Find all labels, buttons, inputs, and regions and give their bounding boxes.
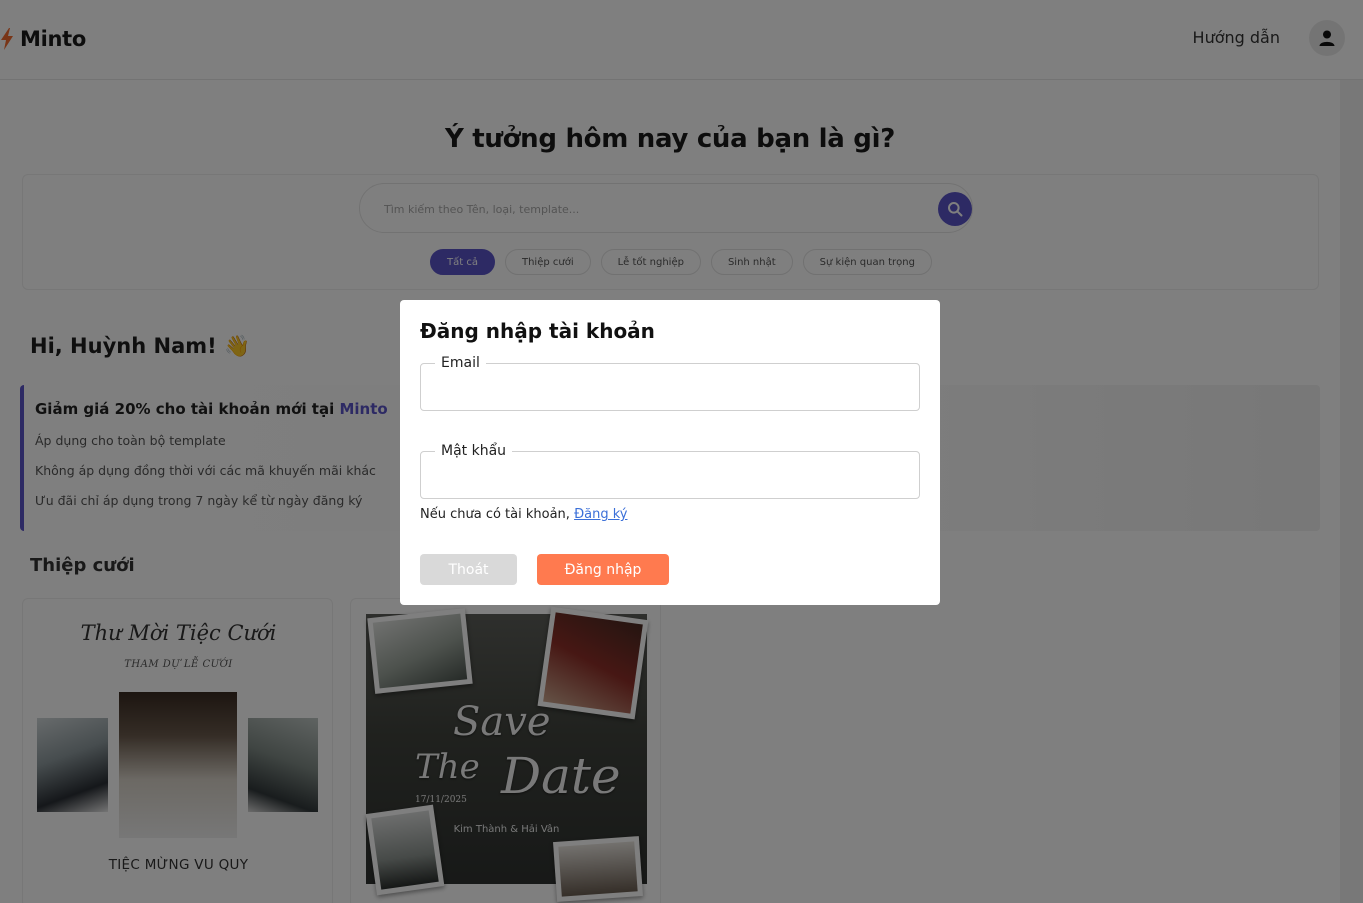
cancel-button[interactable]: Thoát (420, 554, 517, 585)
register-link[interactable]: Đăng ký (574, 507, 627, 522)
login-button[interactable]: Đăng nhập (537, 554, 669, 585)
password-input[interactable] (435, 464, 905, 488)
login-modal: Đăng nhập tài khoản Email Mật khẩu Nếu c… (400, 300, 940, 605)
password-label: Mật khẩu (435, 443, 513, 459)
register-prompt: Nếu chưa có tài khoản, Đăng ký (420, 507, 627, 522)
modal-title: Đăng nhập tài khoản (420, 319, 655, 343)
password-field: Mật khẩu (420, 443, 920, 499)
register-prompt-text: Nếu chưa có tài khoản, (420, 507, 575, 522)
email-label: Email (435, 355, 486, 371)
email-field: Email (420, 355, 920, 411)
email-input[interactable] (435, 376, 905, 400)
